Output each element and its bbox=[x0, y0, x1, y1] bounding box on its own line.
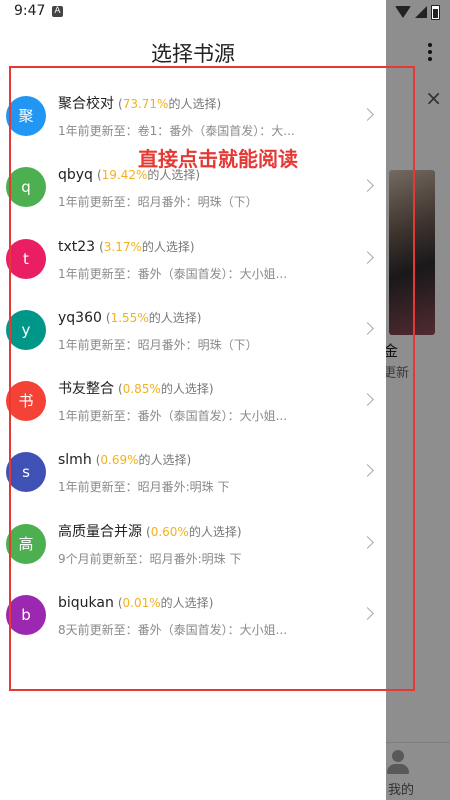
annotation-text: 直接点击就能阅读 bbox=[138, 147, 298, 171]
status-bar: 9:47 A bbox=[0, 0, 450, 24]
status-time: 9:47 bbox=[14, 3, 46, 19]
drawer-title: 选择书源 bbox=[151, 42, 235, 66]
battery-icon bbox=[431, 4, 440, 20]
notification-icon: A bbox=[52, 6, 63, 17]
wifi-icon bbox=[395, 6, 411, 18]
signal-icon bbox=[415, 6, 427, 18]
